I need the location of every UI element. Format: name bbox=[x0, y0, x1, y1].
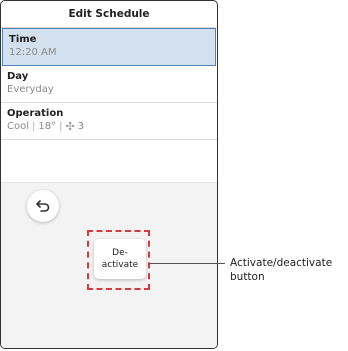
day-value: Everyday bbox=[7, 84, 54, 95]
operation-value: Cool | 18° | ✣ 3 bbox=[7, 120, 211, 133]
fan-icon: ✣ bbox=[65, 120, 75, 133]
back-arrow-icon bbox=[36, 200, 50, 212]
highlight-box bbox=[87, 230, 150, 290]
time-label: Time bbox=[9, 34, 37, 45]
day-setting[interactable]: Day Everyday bbox=[1, 66, 217, 103]
fan-level: 3 bbox=[77, 121, 85, 132]
callout-line bbox=[149, 263, 225, 264]
separator: | bbox=[32, 121, 36, 132]
operation-mode: Cool bbox=[7, 121, 29, 132]
page-title: Edit Schedule bbox=[1, 1, 217, 28]
operation-setting[interactable]: Operation Cool | 18° | ✣ 3 bbox=[1, 103, 217, 140]
back-button[interactable] bbox=[27, 190, 59, 222]
callout-label: Activate/deactivate button bbox=[230, 257, 333, 283]
time-setting[interactable]: Time 12:20 AM bbox=[2, 28, 216, 66]
time-value: 12:20 AM bbox=[9, 47, 57, 58]
operation-label: Operation bbox=[7, 108, 64, 119]
day-label: Day bbox=[7, 71, 29, 82]
operation-temperature: 18° bbox=[38, 121, 57, 132]
phone-screen: Edit Schedule Time 12:20 AM Day Everyday… bbox=[0, 0, 218, 349]
separator: | bbox=[59, 121, 63, 132]
